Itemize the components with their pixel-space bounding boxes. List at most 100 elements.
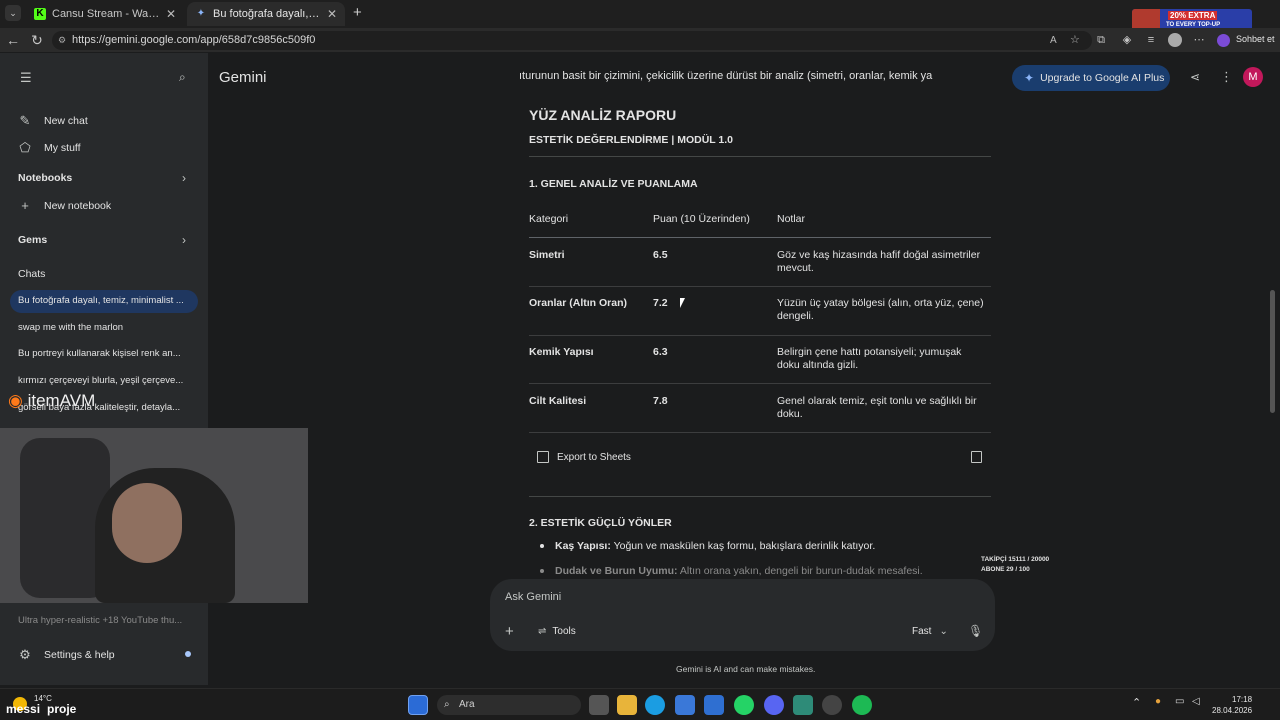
start-icon[interactable] <box>408 695 428 715</box>
table-cell-score: 7.2 <box>653 297 668 309</box>
copy-icon[interactable] <box>971 451 982 463</box>
file-explorer-icon[interactable] <box>617 695 637 715</box>
scrollbar-thumb[interactable] <box>1270 290 1275 413</box>
gear-icon: ⚙ <box>19 647 31 662</box>
address-bar-row: ← ↻ ⚙ https://gemini.google.com/app/658d… <box>0 28 1280 52</box>
webcam-overlay <box>0 428 308 603</box>
chevron-down-icon: ⌄ <box>939 626 948 637</box>
profile-icon[interactable] <box>1168 33 1182 47</box>
edit-icon: ✎ <box>19 113 31 128</box>
prompt-composer[interactable] <box>490 579 995 651</box>
taskbar-clock[interactable]: 17:18 28.04.2026 <box>1212 694 1252 716</box>
chevron-right-icon[interactable]: › <box>182 171 186 185</box>
note-line: dengeli. <box>777 310 814 322</box>
table-row-divider <box>529 286 991 287</box>
add-icon[interactable]: + <box>505 623 514 640</box>
spotify-icon[interactable] <box>852 695 872 715</box>
tab-kick[interactable]: K Cansu Stream - Watch Live on Kick ✕ <box>26 2 184 26</box>
settings-label: Settings & help <box>44 649 115 661</box>
table-row-divider <box>529 432 991 433</box>
mode-selector[interactable]: Fast ⌄ <box>912 626 948 637</box>
translate-icon[interactable]: A <box>1050 31 1057 50</box>
discord-icon[interactable] <box>764 695 784 715</box>
volume-icon[interactable]: ◁ <box>1192 696 1200 707</box>
chatgpt-icon[interactable] <box>822 695 842 715</box>
chat-item[interactable]: Bu fotoğrafa dayalı, temiz, minimalist .… <box>18 295 190 306</box>
extension-icon[interactable]: ◈ <box>1120 33 1134 47</box>
tab-gemini[interactable]: ✦ Bu fotoğrafa dayalı, temiz, minimalist… <box>187 2 345 26</box>
chat-item[interactable]: kırmızı çerçeveyi blurla, yeşil çerçeve.… <box>18 375 190 386</box>
mode-label: Fast <box>912 626 932 637</box>
share-icon[interactable]: ⋖ <box>1190 70 1200 84</box>
avatar[interactable]: M <box>1243 67 1263 87</box>
new-notebook-button[interactable]: + New notebook <box>18 198 111 213</box>
extensions-icon[interactable]: ⧉ <box>1094 33 1108 47</box>
table-cell-category: Kemik Yapısı <box>529 346 594 358</box>
note-line: Genel olarak temiz, eşit tonlu ve sağlık… <box>777 395 977 407</box>
edge-icon[interactable] <box>645 695 665 715</box>
site-info-icon[interactable]: ⚙ <box>58 31 66 50</box>
taskbar: 14°C messi proje ⌕ Ara ⌃ ● ▭ ◁ 17:18 28.… <box>0 688 1280 720</box>
notification-dot <box>185 651 191 657</box>
app-title[interactable]: Gemini <box>219 69 267 86</box>
app-icon[interactable] <box>793 695 813 715</box>
tools-icon: ⇌ <box>538 626 547 637</box>
menu-dots-icon[interactable]: ⋯ <box>1192 33 1206 47</box>
microphone-icon[interactable]: 🎙 <box>968 624 983 638</box>
new-chat-button[interactable]: ✎ New chat <box>18 113 88 129</box>
follower-text: TAKİPÇİ 15111 / 20000 <box>981 556 1050 563</box>
network-icon[interactable]: ▭ <box>1175 696 1184 707</box>
table-cell-score: 7.8 <box>653 395 668 407</box>
upgrade-button[interactable]: ✦ Upgrade to Google AI Plus <box>1012 65 1170 91</box>
export-to-sheets-button[interactable]: Export to Sheets <box>537 451 631 463</box>
task-view-icon[interactable] <box>589 695 609 715</box>
my-stuff-button[interactable]: ⬠ My stuff <box>18 140 80 156</box>
column-header: Puan (10 Üzerinden) <box>653 213 750 225</box>
table-cell-score: 6.5 <box>653 249 668 261</box>
list-item: Dudak ve Burun Uyumu: Altın orana yakın,… <box>540 565 923 577</box>
bullet-text: Altın orana yakın, dengeli bir burun-dud… <box>677 565 923 577</box>
chat-item[interactable]: Bu portreyi kullanarak kişisel renk an..… <box>18 348 190 359</box>
profile-label[interactable]: Sohbet et <box>1236 34 1275 44</box>
menu-icon[interactable]: ☰ <box>20 70 32 86</box>
column-header: Notlar <box>777 213 806 225</box>
back-icon[interactable]: ← <box>5 32 21 48</box>
mouse-cursor-icon <box>680 298 685 308</box>
notebooks-heading[interactable]: Notebooks <box>18 172 72 184</box>
url-field[interactable]: ⚙ https://gemini.google.com/app/658d7c98… <box>52 31 1092 50</box>
mail-icon[interactable] <box>704 695 724 715</box>
close-tab-icon[interactable]: ✕ <box>166 7 176 21</box>
table-header-divider <box>529 237 991 238</box>
section-heading: 1. GENEL ANALİZ VE PUANLAMA <box>529 178 698 190</box>
reload-icon[interactable]: ↻ <box>29 32 45 48</box>
whatsapp-icon[interactable] <box>734 695 754 715</box>
chats-heading: Chats <box>18 268 46 280</box>
browser-tab-bar: ⌄ K Cansu Stream - Watch Live on Kick ✕ … <box>0 0 1280 33</box>
prompt-input[interactable]: Ask Gemini <box>505 591 561 603</box>
search-icon[interactable]: ⌕ <box>179 70 186 85</box>
new-chat-label: New chat <box>44 115 88 127</box>
settings-help-button[interactable]: ⚙ Settings & help <box>18 647 115 663</box>
new-tab-icon[interactable]: + <box>353 5 362 21</box>
chevron-up-icon[interactable]: ⌃ <box>1132 696 1141 709</box>
chat-item[interactable]: Ultra hyper-realistic +18 YouTube thu... <box>18 615 190 626</box>
chat-item[interactable]: swap me with the marlon <box>18 322 190 333</box>
more-vert-icon[interactable]: ⋮ <box>1220 69 1233 85</box>
copilot-icon[interactable] <box>1217 34 1230 47</box>
reading-list-icon[interactable]: ≡ <box>1144 33 1158 47</box>
sponsor-brand: itemAVM <box>27 391 96 410</box>
bookmark-star-icon[interactable]: ☆ <box>1070 31 1080 50</box>
search-icon: ⌕ <box>444 699 450 710</box>
gems-heading[interactable]: Gems <box>18 234 47 246</box>
close-tab-icon[interactable]: ✕ <box>327 7 337 21</box>
chevron-right-icon[interactable]: › <box>182 233 186 247</box>
taskbar-search[interactable]: ⌕ Ara <box>437 695 581 715</box>
tab-list-button[interactable]: ⌄ <box>5 5 21 21</box>
sparkle-icon: ✦ <box>1024 71 1035 85</box>
bullet-bold: Kaş Yapısı: <box>555 540 611 552</box>
store-icon[interactable] <box>675 695 695 715</box>
tools-button[interactable]: ⇌ Tools <box>538 626 576 637</box>
table-icon <box>537 451 549 463</box>
microphone-tray-icon[interactable]: ● <box>1155 696 1161 707</box>
webcam-face <box>112 483 182 563</box>
